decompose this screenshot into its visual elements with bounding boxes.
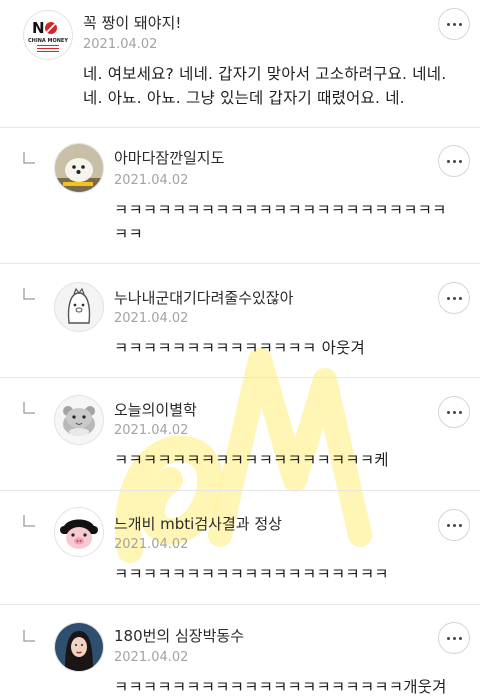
comment-text: ㅋㅋㅋㅋㅋㅋㅋㅋㅋㅋㅋㅋㅋㅋㅋㅋㅋㅋㅋㅋ개웃겨 [114, 678, 447, 696]
comment-item: N CHINA MONEY 꼭 짱이 돼야지! 2021.04.02 네. 여보… [0, 0, 480, 127]
comment-date: 2021.04.02 [83, 37, 158, 52]
more-horizontal-icon [446, 296, 450, 300]
pig-girl-icon[interactable] [54, 507, 104, 557]
svg-text:N: N [32, 19, 45, 37]
white-dog-photo-icon[interactable] [54, 143, 104, 193]
more-options-button[interactable] [438, 145, 470, 177]
comment-text: ㅋㅋㅋㅋㅋㅋㅋㅋㅋㅋㅋㅋㅋㅋ 아웃겨 [114, 339, 365, 357]
reply-corner-icon [23, 152, 35, 164]
reply-comment-item: 180번의 심장박동수 2021.04.02 ㅋㅋㅋㅋㅋㅋㅋㅋㅋㅋㅋㅋㅋㅋㅋㅋㅋ… [0, 605, 480, 700]
comment-date: 2021.04.02 [114, 311, 189, 326]
reply-corner-icon [23, 630, 35, 642]
comment-author[interactable]: 누나내군대기다려줄수있잖아 [114, 287, 293, 308]
reply-comment-item: 아마다잠깐일지도 2021.04.02 ㅋㅋㅋㅋㅋㅋㅋㅋㅋㅋㅋㅋㅋㅋㅋㅋㅋㅋㅋㅋ… [0, 128, 480, 263]
reply-corner-icon [23, 402, 35, 414]
cartoon-character-icon[interactable] [54, 282, 104, 332]
more-options-button[interactable] [438, 282, 470, 314]
more-horizontal-icon [446, 636, 450, 640]
hamster-icon[interactable] [54, 395, 104, 445]
comment-text: ㅋㅋㅋㅋㅋㅋㅋㅋㅋㅋㅋㅋㅋㅋㅋㅋㅋㅋ케 [114, 451, 389, 469]
comment-text: ㅋㅋㅋㅋㅋㅋㅋㅋㅋㅋㅋㅋㅋㅋㅋㅋㅋㅋㅋㅋㅋㅋㅋㅋㅋ [114, 201, 447, 243]
svg-text:CHINA MONEY: CHINA MONEY [28, 38, 68, 44]
more-options-button[interactable] [438, 396, 470, 428]
comment-date: 2021.04.02 [114, 537, 189, 552]
more-horizontal-icon [446, 159, 450, 163]
comment-date: 2021.04.02 [114, 423, 189, 438]
comment-author[interactable]: 오늘의이별학 [114, 399, 197, 420]
comment-author[interactable]: 아마다잠깐일지도 [114, 147, 224, 168]
reply-corner-icon [23, 288, 35, 300]
more-horizontal-icon [446, 523, 450, 527]
comment-date: 2021.04.02 [114, 650, 189, 665]
reply-corner-icon [23, 515, 35, 527]
comment-author[interactable]: 180번의 심장박동수 [114, 625, 244, 646]
comment-date: 2021.04.02 [114, 173, 189, 188]
reply-comment-item: 누나내군대기다려줄수있잖아 2021.04.02 ㅋㅋㅋㅋㅋㅋㅋㅋㅋㅋㅋㅋㅋㅋ … [0, 264, 480, 377]
reply-comment-item: 오늘의이별학 2021.04.02 ㅋㅋㅋㅋㅋㅋㅋㅋㅋㅋㅋㅋㅋㅋㅋㅋㅋㅋ케 [0, 378, 480, 490]
more-horizontal-icon [446, 22, 450, 26]
more-options-button[interactable] [438, 8, 470, 40]
woman-portrait-icon[interactable] [54, 622, 104, 672]
comment-text: 네. 여보세요? 네네. 갑자기 맞아서 고소하려구요. 네네. 네. 아뇨. … [83, 65, 447, 107]
comment-author[interactable]: 꼭 짱이 돼야지! [83, 12, 181, 33]
comment-text: ㅋㅋㅋㅋㅋㅋㅋㅋㅋㅋㅋㅋㅋㅋㅋㅋㅋㅋㅋ [114, 565, 389, 583]
comment-author[interactable]: 느개비 mbti검사결과 정상 [114, 513, 282, 534]
more-options-button[interactable] [438, 509, 470, 541]
reply-comment-item: 느개비 mbti검사결과 정상 2021.04.02 ㅋㅋㅋㅋㅋㅋㅋㅋㅋㅋㅋㅋㅋ… [0, 491, 480, 604]
no-china-money-logo-icon[interactable]: N CHINA MONEY [23, 10, 73, 60]
more-options-button[interactable] [438, 622, 470, 654]
more-horizontal-icon [446, 410, 450, 414]
